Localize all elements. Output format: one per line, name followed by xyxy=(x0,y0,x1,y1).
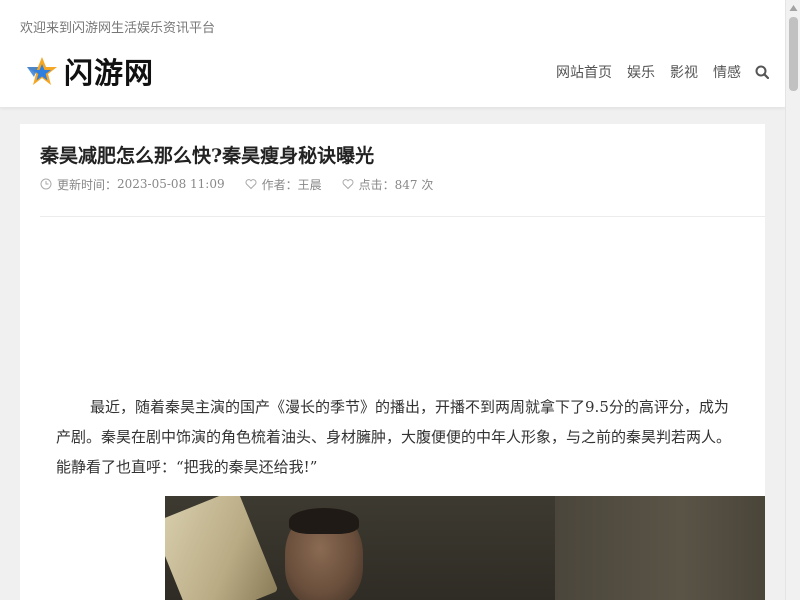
article-photo xyxy=(165,496,765,600)
star-icon xyxy=(27,57,57,85)
article-meta: 更新时间： 2023-05-08 11:09 作者： 王晨 点击： 847 次 xyxy=(40,176,453,192)
site-header: 欢迎来到闪游网生活娱乐资讯平台 闪游网 网站首页 娱乐 影视 情感 xyxy=(0,0,785,108)
site-logo[interactable]: 闪游网 xyxy=(26,54,154,90)
updated-value: 2023-05-08 11:09 xyxy=(117,177,225,191)
meta-updated: 更新时间： 2023-05-08 11:09 xyxy=(40,176,225,193)
nav-item-emotion[interactable]: 情感 xyxy=(713,62,741,82)
article-paragraph: 最近，随着秦昊主演的国产《漫长的季节》的播出，开播不到两周就拿下了9.5分的高评… xyxy=(56,392,765,482)
article-title: 秦昊减肥怎么那么快?秦昊瘦身秘诀曝光 xyxy=(40,145,375,167)
nav-item-film[interactable]: 影视 xyxy=(670,62,698,82)
meta-views: 点击： 847 次 xyxy=(342,176,434,193)
paragraph-line: 最近，随着秦昊主演的国产《漫长的季节》的播出，开播不到两周就拿下了9.5分的高评… xyxy=(90,398,729,416)
scroll-up-icon[interactable] xyxy=(789,4,798,12)
welcome-text: 欢迎来到闪游网生活娱乐资讯平台 xyxy=(20,21,216,36)
divider xyxy=(40,216,765,217)
heart-icon xyxy=(245,179,257,190)
views-label: 点击： xyxy=(358,177,395,192)
nav-item-home[interactable]: 网站首页 xyxy=(556,62,612,82)
nav-item-entertainment[interactable]: 娱乐 xyxy=(627,62,655,82)
logo-text: 闪游网 xyxy=(64,56,155,90)
author-value[interactable]: 王晨 xyxy=(298,176,322,193)
search-icon[interactable] xyxy=(755,65,769,79)
views-value: 847 次 xyxy=(394,177,434,192)
paragraph-line: 产剧。秦昊在剧中饰演的角色梳着油头、身材臃肿，大腹便便的中年人形象，与之前的秦昊… xyxy=(56,428,732,446)
scroll-thumb[interactable] xyxy=(789,17,798,91)
author-label: 作者： xyxy=(261,177,298,192)
article-card: 秦昊减肥怎么那么快?秦昊瘦身秘诀曝光 更新时间： 2023-05-08 11:0… xyxy=(20,124,765,600)
updated-label: 更新时间： xyxy=(57,177,118,192)
clock-icon xyxy=(40,178,52,190)
heart-icon xyxy=(342,179,354,190)
main-nav: 网站首页 娱乐 影视 情感 xyxy=(541,62,769,82)
page-scrollbar[interactable] xyxy=(785,0,800,600)
meta-author: 作者： 王晨 xyxy=(245,176,322,193)
paragraph-line: 能静看了也直呼：“把我的秦昊还给我!” xyxy=(56,458,318,476)
